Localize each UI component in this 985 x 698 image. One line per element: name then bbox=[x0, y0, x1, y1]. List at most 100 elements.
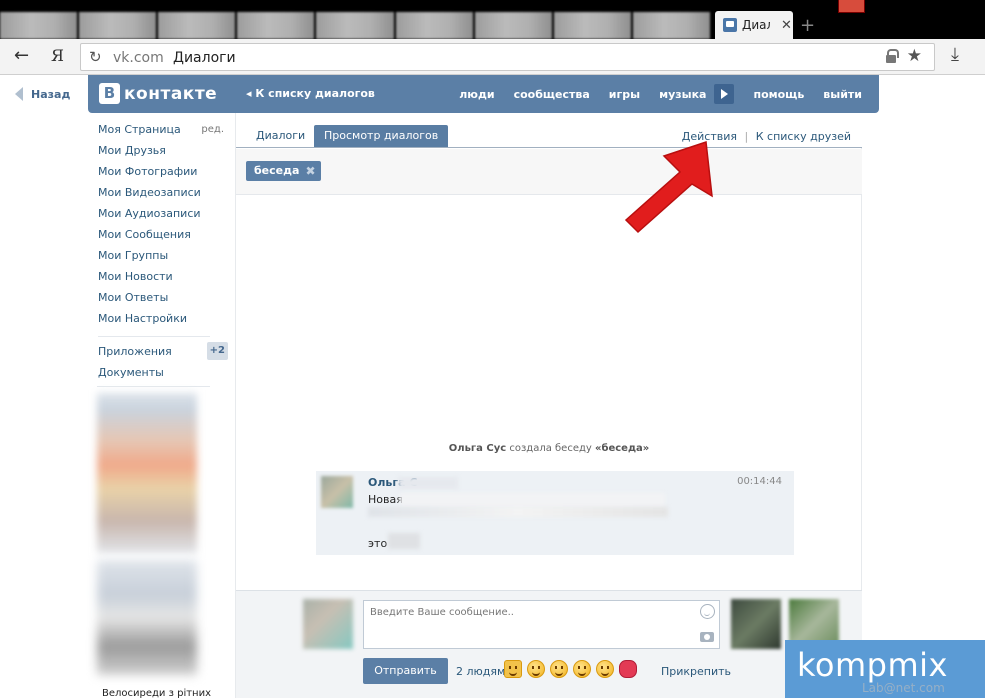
nav-logout[interactable]: выйти bbox=[823, 88, 862, 101]
laughing-emoji-icon[interactable] bbox=[573, 660, 591, 678]
tab-view-dialogs[interactable]: Просмотр диалогов bbox=[314, 125, 449, 147]
message-time: 00:14:44 bbox=[737, 476, 782, 487]
chat-pill[interactable]: беседа ✖ bbox=[246, 161, 321, 181]
thumbs-up-icon[interactable] bbox=[504, 660, 522, 678]
menu-item-my-page[interactable]: Моя Страница ред. bbox=[98, 122, 228, 143]
blurred-ad-image[interactable] bbox=[97, 393, 197, 553]
window-menu-button[interactable] bbox=[838, 0, 865, 13]
kiss-lips-icon[interactable] bbox=[619, 660, 637, 678]
menu-item-photos[interactable]: Мои Фотографии bbox=[98, 164, 228, 185]
browser-tab[interactable] bbox=[79, 12, 157, 39]
faint-watermark: Lab@net.com bbox=[862, 681, 945, 695]
grin-emoji-icon[interactable] bbox=[596, 660, 614, 678]
browser-tab[interactable] bbox=[395, 12, 473, 39]
menu-item-messages[interactable]: Мои Сообщения bbox=[98, 227, 228, 248]
system-message-author[interactable]: Ольга Сус bbox=[449, 443, 506, 454]
yandex-icon[interactable]: Я bbox=[51, 46, 64, 65]
address-bar[interactable]: ↻ vk.com Диалоги ★ bbox=[80, 43, 935, 71]
browser-tab[interactable] bbox=[237, 12, 315, 39]
screenshot-root: Диало ✕ + ← Я ↻ vk.com Диалоги ★ ⤓ Назад… bbox=[0, 0, 985, 698]
blurred-ad-image[interactable] bbox=[97, 560, 197, 675]
avatar[interactable] bbox=[303, 599, 353, 649]
friends-list-link[interactable]: К списку друзей bbox=[756, 130, 851, 143]
menu-item-apps[interactable]: Приложения +2 bbox=[98, 342, 228, 365]
menu-item-news[interactable]: Мои Новости bbox=[98, 269, 228, 290]
browser-tab[interactable] bbox=[632, 12, 710, 39]
dialog-panel: Диалоги Просмотр диалогов Действия | К с… bbox=[235, 113, 862, 698]
reload-icon[interactable]: ↻ bbox=[89, 48, 102, 66]
recipients-count[interactable]: 2 людям bbox=[456, 665, 505, 678]
browser-tab[interactable] bbox=[316, 12, 394, 39]
nav-people[interactable]: люди bbox=[459, 88, 494, 101]
blurred-text bbox=[368, 507, 668, 517]
apps-count-badge: +2 bbox=[206, 342, 228, 360]
menu-divider bbox=[98, 336, 210, 337]
vk-message-icon bbox=[723, 18, 737, 32]
red-arrow-icon bbox=[624, 140, 713, 234]
browser-tab[interactable] bbox=[474, 12, 552, 39]
remove-icon[interactable]: ✖ bbox=[305, 161, 315, 181]
nav-music[interactable]: музыка bbox=[659, 88, 706, 101]
play-icon[interactable] bbox=[714, 84, 735, 104]
back-link[interactable]: Назад bbox=[15, 87, 70, 101]
back-to-dialogs-label: К списку диалогов bbox=[255, 87, 375, 100]
active-browser-tab[interactable]: Диало ✕ bbox=[715, 11, 793, 39]
send-button[interactable]: Отправить bbox=[363, 658, 448, 684]
menu-item-label: Моя Страница bbox=[98, 123, 181, 136]
menu-item-friends[interactable]: Мои Друзья bbox=[98, 143, 228, 164]
blurred-text bbox=[400, 493, 665, 507]
vk-header: В контакте ◂ К списку диалогов люди сооб… bbox=[88, 75, 879, 113]
watermark-text: kompmix bbox=[797, 646, 948, 684]
new-tab-icon[interactable]: + bbox=[800, 15, 815, 36]
surprised-emoji-icon[interactable] bbox=[550, 660, 568, 678]
menu-item-groups[interactable]: Мои Группы bbox=[98, 248, 228, 269]
emoji-bar bbox=[504, 660, 637, 678]
nav-games[interactable]: игры bbox=[609, 88, 640, 101]
dialog-tabs: Диалоги Просмотр диалогов Действия | К с… bbox=[236, 113, 862, 148]
avatar[interactable] bbox=[321, 476, 353, 508]
menu-item-documents[interactable]: Документы bbox=[98, 365, 228, 386]
close-tab-icon[interactable]: ✕ bbox=[781, 18, 792, 33]
browser-toolbar: ← Я ↻ vk.com Диалоги ★ ⤓ bbox=[0, 39, 985, 75]
vk-logo-icon: В bbox=[99, 83, 120, 104]
ad-caption[interactable]: Велосиреди з рітних bbox=[102, 688, 211, 698]
blurred-tabs bbox=[0, 12, 712, 39]
message-item[interactable]: Ольга С 00:14:44 Новая это bbox=[316, 471, 794, 555]
back-to-dialogs-link[interactable]: ◂ К списку диалогов bbox=[246, 87, 375, 100]
tab-dialogs[interactable]: Диалоги bbox=[246, 125, 315, 147]
bookmark-star-icon[interactable]: ★ bbox=[907, 46, 922, 66]
menu-item-replies[interactable]: Мои Ответы bbox=[98, 290, 228, 311]
download-icon[interactable]: ⤓ bbox=[951, 44, 959, 65]
edit-link[interactable]: ред. bbox=[201, 122, 224, 138]
menu-item-videos[interactable]: Мои Видеозаписи bbox=[98, 185, 228, 206]
message-line: это bbox=[368, 537, 388, 550]
vk-logo[interactable]: В контакте bbox=[99, 83, 217, 104]
browser-tab[interactable] bbox=[158, 12, 236, 39]
message-composer: Введите Ваше сообщение.. Отправить 2 люд… bbox=[236, 590, 862, 698]
header-nav: люди сообщества игры музыка помощь выйти bbox=[440, 75, 862, 113]
blurred-text bbox=[388, 533, 420, 549]
actions-separator: | bbox=[744, 130, 749, 143]
back-triangle-icon bbox=[15, 87, 23, 101]
message-input[interactable]: Введите Ваше сообщение.. bbox=[363, 600, 720, 649]
menu-divider bbox=[97, 386, 210, 387]
smile-emoji-icon[interactable] bbox=[527, 660, 545, 678]
menu-item-audio[interactable]: Мои Аудиозаписи bbox=[98, 206, 228, 227]
smiley-icon[interactable] bbox=[700, 604, 715, 619]
nav-communities[interactable]: сообщества bbox=[514, 88, 590, 101]
back-arrow-icon[interactable]: ← bbox=[14, 45, 29, 66]
message-placeholder: Введите Ваше сообщение.. bbox=[370, 607, 514, 618]
message-line: Новая bbox=[368, 493, 403, 506]
url-domain: vk.com bbox=[113, 50, 164, 66]
menu-item-settings[interactable]: Мои Настройки bbox=[98, 311, 228, 332]
lock-icon[interactable] bbox=[886, 49, 899, 63]
browser-tab[interactable] bbox=[553, 12, 631, 39]
menu-item-label: Приложения bbox=[98, 345, 172, 358]
recipient-avatar[interactable] bbox=[731, 599, 781, 649]
nav-help[interactable]: помощь bbox=[753, 88, 804, 101]
attach-link[interactable]: Прикрепить bbox=[661, 665, 731, 678]
blurred-text bbox=[398, 477, 458, 489]
browser-tab-strip: Диало ✕ + bbox=[0, 0, 985, 39]
camera-icon[interactable] bbox=[700, 632, 714, 642]
browser-tab[interactable] bbox=[0, 12, 78, 39]
